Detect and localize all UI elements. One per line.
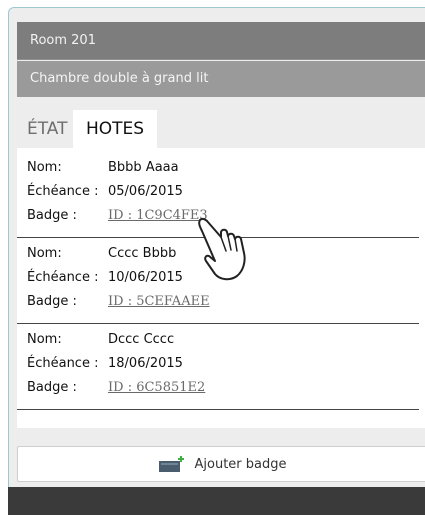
badge-label: Badge : [27,208,77,223]
guest-expiry: 05/06/2015 [108,184,183,199]
footer-bar [8,487,425,515]
guest-entry: Nom: Dccc Cccc Échéance : 18/06/2015 Bad… [17,324,419,410]
guest-expiry: 10/06/2015 [108,270,183,285]
tab-etat[interactable]: ÉTAT [21,110,74,148]
badge-id-link[interactable]: ID : 5CEFAAEE [108,292,210,312]
guest-name: Dccc Cccc [108,332,175,347]
divider [17,409,419,410]
hand-pointer-icon [198,217,246,281]
badge-label: Badge : [27,380,77,395]
room-type: Chambre double à grand lit [17,61,425,97]
name-label: Nom: [27,246,62,261]
tab-hotes[interactable]: HOTES [73,110,157,148]
name-label: Nom: [27,332,62,347]
expiry-label: Échéance : [27,270,99,285]
tab-bar: ÉTAT HOTES [17,110,425,148]
badge-label: Badge : [27,294,77,309]
badge-id-link[interactable]: ID : 6C5851E2 [108,378,205,398]
expiry-label: Échéance : [27,184,99,199]
expiry-label: Échéance : [27,356,99,371]
badge-id-link[interactable]: ID : 1C9C4FE3 [108,206,208,226]
name-label: Nom: [27,160,62,175]
guest-list: Nom: Bbbb Aaaa Échéance : 05/06/2015 Bad… [17,148,425,428]
guest-name: Bbbb Aaaa [108,160,179,175]
add-badge-button[interactable]: Ajouter badge [17,446,425,482]
badge-card-add-icon [158,456,184,472]
add-badge-label: Ajouter badge [194,456,287,472]
guest-expiry: 18/06/2015 [108,356,183,371]
room-title: Room 201 [17,22,425,60]
guest-name: Cccc Bbbb [108,246,177,261]
